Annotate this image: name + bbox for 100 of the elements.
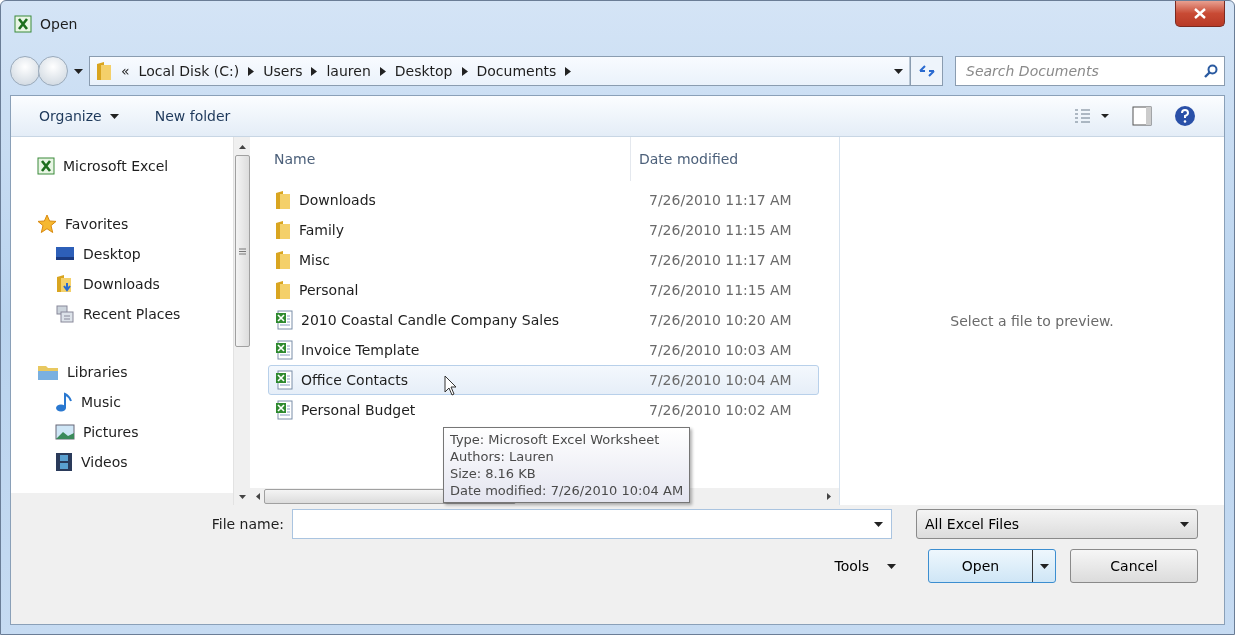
scroll-right-icon[interactable] [827, 493, 831, 500]
open-button[interactable]: Open [928, 549, 1056, 583]
file-row[interactable]: Personal Budget 7/26/2010 10:02 AM [268, 395, 819, 425]
file-date: 7/26/2010 11:15 AM [648, 282, 793, 298]
folder-icon [275, 190, 291, 210]
breadcrumb[interactable]: Documents [476, 63, 557, 79]
history-caret-icon [74, 68, 83, 74]
star-icon [37, 214, 57, 234]
vertical-scrollbar[interactable] [233, 137, 250, 505]
file-type-dropdown[interactable]: All Excel Files [916, 509, 1198, 539]
spreadsheet-file-icon [275, 400, 293, 420]
caret-icon [887, 563, 896, 569]
breadcrumb[interactable]: Desktop [394, 63, 453, 79]
search-field[interactable]: Search Documents [955, 56, 1225, 86]
file-date: 7/26/2010 10:03 AM [648, 342, 793, 358]
breadcrumb-overflow[interactable]: « [121, 63, 130, 79]
folder-icon [275, 250, 291, 270]
grip-icon [238, 247, 246, 255]
desktop-icon [55, 246, 75, 262]
file-name-label: File name: [211, 516, 284, 532]
tooltip-line: Size: 8.16 KB [450, 465, 537, 482]
new-folder-button[interactable]: New folder [154, 108, 231, 124]
chevron-icon [248, 66, 255, 76]
tools-menu[interactable]: Tools [828, 557, 902, 575]
preview-message: Select a file to preview. [950, 313, 1114, 329]
file-name: Personal [299, 282, 359, 298]
preview-pane-icon[interactable] [1132, 106, 1152, 126]
file-date: 7/26/2010 10:02 AM [648, 402, 793, 418]
breadcrumb[interactable]: Users [263, 63, 303, 79]
nav-item[interactable]: Recent Places [37, 299, 233, 329]
file-name: Invoice Template [301, 342, 420, 358]
file-row[interactable]: Invoice Template 7/26/2010 10:03 AM [268, 335, 819, 365]
chevron-icon [565, 66, 572, 76]
file-name: Personal Budget [301, 402, 416, 418]
caret-icon [874, 521, 883, 527]
file-row[interactable]: Downloads 7/26/2010 11:17 AM [268, 185, 819, 215]
nav-item[interactable]: Libraries [37, 357, 233, 387]
dropdown-caret-icon [894, 68, 903, 74]
file-name: Downloads [299, 192, 376, 208]
refresh-button[interactable] [911, 56, 943, 86]
mouse-cursor-icon [444, 375, 458, 397]
music-note-icon [55, 392, 73, 412]
caret-icon [109, 113, 119, 119]
view-options-icon[interactable] [1074, 108, 1110, 124]
column-header[interactable]: Name [250, 151, 630, 167]
close-button[interactable] [1175, 1, 1225, 27]
file-name-field[interactable] [292, 509, 892, 539]
nav-item[interactable]: Music [37, 387, 233, 417]
address-bar[interactable]: « Local Disk (C:) Users lauren Desktop Documents [89, 56, 911, 86]
spreadsheet-file-icon [275, 310, 293, 330]
spreadsheet-file-icon [275, 370, 293, 390]
nav-item[interactable]: Pictures [37, 417, 233, 447]
nav-item[interactable]: Downloads [37, 269, 233, 299]
chevron-icon [311, 66, 318, 76]
tooltip-line: Type: Microsoft Excel Worksheet [450, 431, 661, 448]
file-date: 7/26/2010 11:17 AM [648, 192, 793, 208]
pictures-icon [55, 424, 75, 440]
file-name: Misc [299, 252, 330, 268]
nav-item[interactable]: Videos [37, 447, 233, 477]
nav-item[interactable]: Favorites [37, 209, 233, 239]
help-icon[interactable] [1174, 105, 1196, 127]
refresh-icon [918, 65, 935, 77]
chevron-icon [379, 66, 386, 76]
spreadsheet-file-icon [275, 340, 293, 360]
cancel-button[interactable]: Cancel [1070, 549, 1198, 583]
file-date: 7/26/2010 11:15 AM [648, 222, 793, 238]
file-date: 7/26/2010 10:04 AM [648, 372, 793, 388]
chevron-icon [461, 66, 468, 76]
folder-icon [275, 220, 291, 240]
search-icon [1204, 64, 1218, 78]
file-row[interactable]: Family 7/26/2010 11:15 AM [268, 215, 819, 245]
folder-icon [96, 61, 112, 81]
film-icon [55, 452, 73, 472]
breadcrumb[interactable]: lauren [326, 63, 371, 79]
scroll-left-icon[interactable] [256, 493, 260, 500]
file-name: 2010 Coastal Candle Company Sales [301, 312, 560, 328]
scrollbar-thumb[interactable] [234, 155, 250, 347]
tooltip-line: Date modified: 7/26/2010 10:04 AM [450, 482, 684, 499]
tooltip-line: Authors: Lauren [450, 448, 555, 465]
folder-icon [275, 280, 291, 300]
file-row[interactable]: Misc 7/26/2010 11:17 AM [268, 245, 819, 275]
column-header[interactable]: Date modified [630, 137, 810, 181]
nav-item[interactable]: Desktop [37, 239, 233, 269]
file-row[interactable]: 2010 Coastal Candle Company Sales 7/26/2010 10:20 AM [268, 305, 819, 335]
recent-places-icon [55, 304, 75, 324]
window-title: Open [40, 16, 78, 32]
spreadsheet-icon [37, 157, 55, 175]
organize-menu[interactable]: Organize [39, 108, 119, 124]
spreadsheet-app-icon [14, 15, 32, 33]
file-name: Office Contacts [301, 372, 409, 388]
caret-icon [1180, 521, 1189, 527]
breadcrumb[interactable]: Local Disk (C:) [138, 63, 240, 79]
nav-item[interactable]: Microsoft Excel [37, 151, 233, 181]
close-icon [1194, 8, 1206, 19]
file-row[interactable]: Personal 7/26/2010 11:15 AM [268, 275, 819, 305]
file-name: Family [299, 222, 345, 238]
scroll-down-icon[interactable] [238, 495, 246, 499]
scroll-up-icon[interactable] [238, 145, 246, 149]
file-row[interactable]: Office Contacts 7/26/2010 10:04 AM [268, 365, 819, 395]
caret-icon [1039, 563, 1049, 569]
